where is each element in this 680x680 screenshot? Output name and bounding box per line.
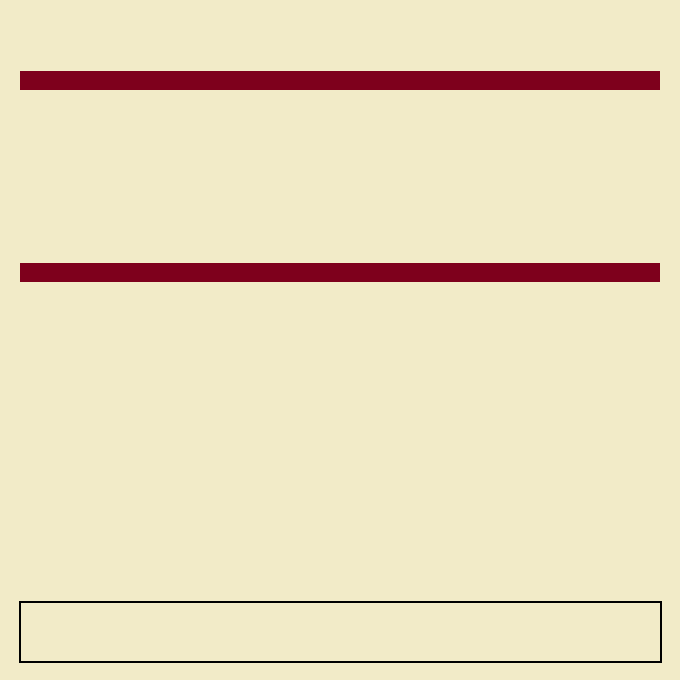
- page-background: [0, 0, 680, 680]
- top-divider-bar: [20, 71, 660, 90]
- empty-text-box[interactable]: [19, 601, 662, 663]
- middle-divider-bar: [20, 263, 660, 282]
